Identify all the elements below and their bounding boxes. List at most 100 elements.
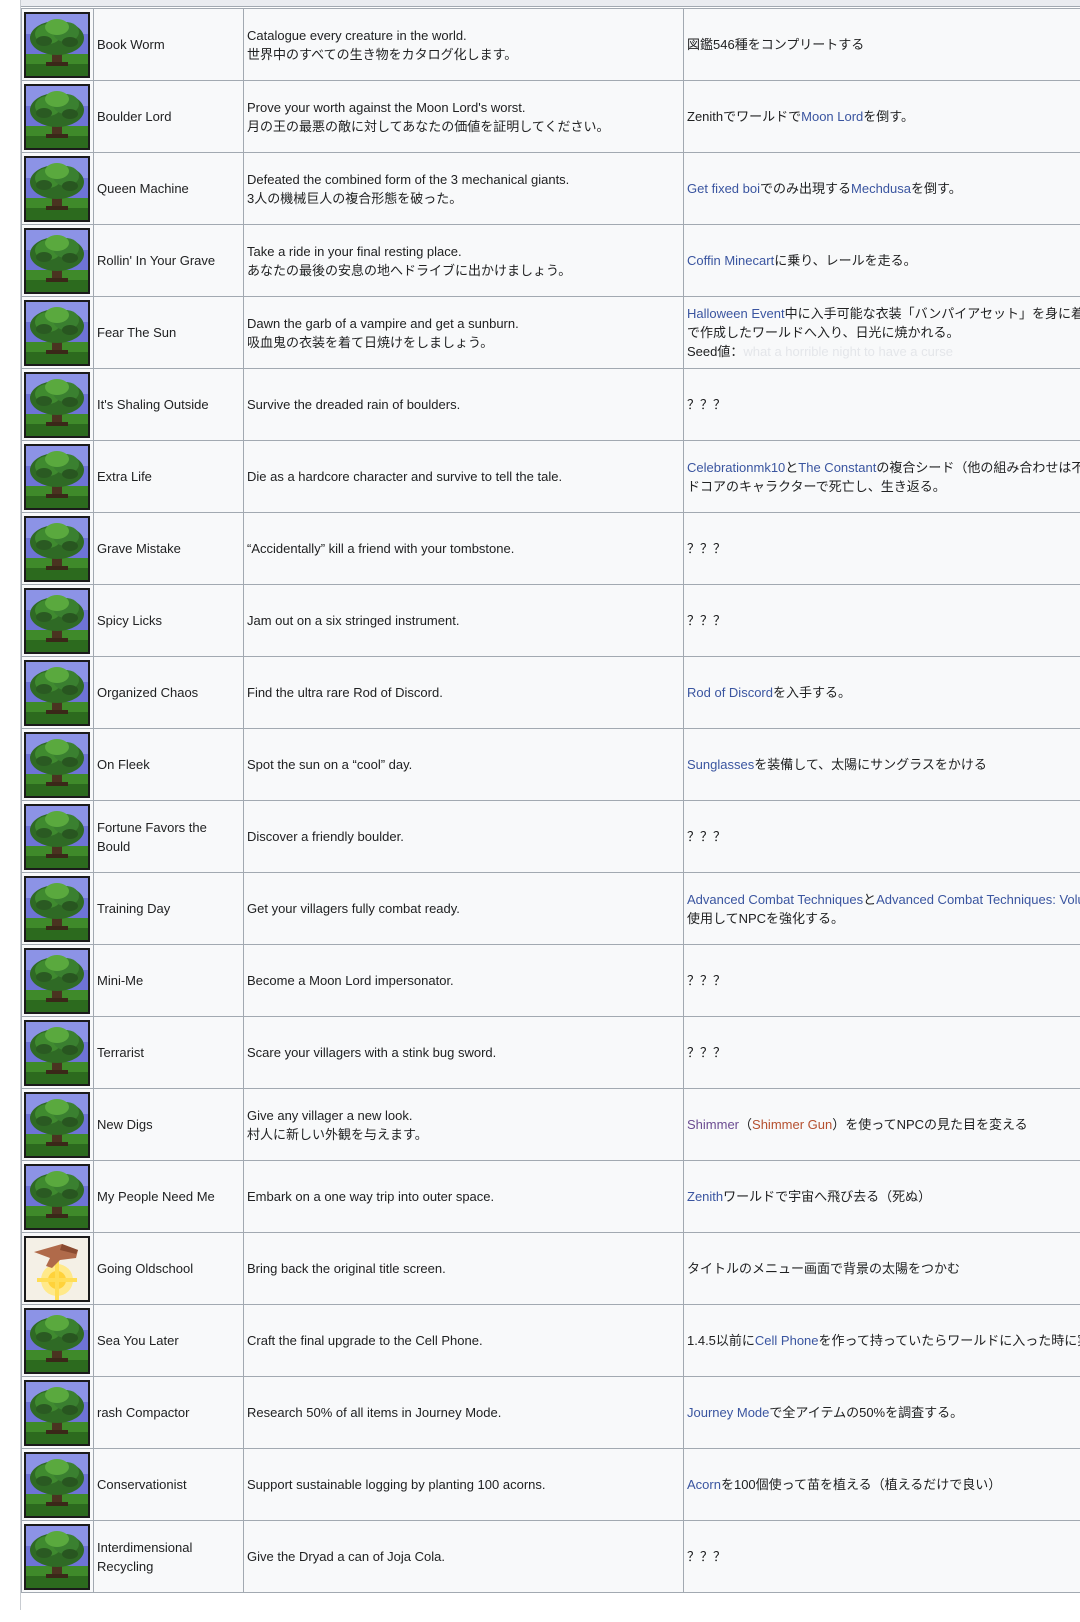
tree-icon[interactable] <box>24 299 90 366</box>
tree-icon[interactable] <box>24 1091 90 1158</box>
wiki-link[interactable]: The Constant <box>798 460 876 475</box>
achievement-icon-cell <box>21 1376 94 1449</box>
description-line: Dawn the garb of a vampire and get a sun… <box>247 315 519 331</box>
description-line: Find the ultra rare Rod of Discord. <box>247 685 443 700</box>
condition-text: の複合シード（他の組み合わせは不明 <box>876 459 1080 475</box>
achievement-icon-cell <box>21 1088 94 1161</box>
achievement-icon-cell <box>21 8 94 81</box>
wiki-link[interactable]: Shimmer Gun <box>752 1117 832 1132</box>
description-line: Spot the sun on a “cool” day. <box>247 757 413 772</box>
achievement-description: Spot the sun on a “cool” day. <box>243 728 684 801</box>
condition-line: ？？？ <box>687 971 1080 990</box>
achievement-name: Organized Chaos <box>93 656 244 729</box>
wiki-link[interactable]: Advanced Combat Techniques <box>687 892 863 907</box>
tree-icon[interactable] <box>24 947 90 1014</box>
condition-text: に乗り、レールを走る。 <box>774 253 917 268</box>
achievement-icon-cell <box>21 728 94 801</box>
achievement-description: Embark on a one way trip into outer spac… <box>243 1160 684 1233</box>
condition-text: ？？？ <box>687 973 727 988</box>
tree-icon[interactable] <box>24 875 90 942</box>
tree-icon[interactable] <box>24 587 90 654</box>
table-row: Mini-Me Become a Moon Lord impersonator. ？… <box>21 944 1080 1017</box>
achievement-icon-cell <box>21 1232 94 1305</box>
wiki-link[interactable]: Coffin Minecart <box>687 253 774 268</box>
tree-icon[interactable] <box>24 1379 90 1446</box>
wiki-link[interactable]: Moon Lord <box>801 109 863 124</box>
achievement-condition: Sunglassesを装備して、太陽にサングラスをかける <box>683 728 1080 801</box>
achievement-condition: ？？？ <box>683 584 1080 657</box>
tree-icon[interactable] <box>24 515 90 582</box>
condition-text: ワールドで宇宙へ飛び去る（死ぬ） <box>723 1189 932 1204</box>
wiki-link[interactable]: Rod of Discord <box>687 685 773 700</box>
tree-icon[interactable] <box>24 1163 90 1230</box>
achievement-icon-cell <box>21 512 94 585</box>
achievement-condition: ？？？ <box>683 800 1080 873</box>
achievement-name: Mini-Me <box>93 944 244 1017</box>
tree-icon[interactable] <box>24 1307 90 1374</box>
achievement-description: Jam out on a six stringed instrument. <box>243 584 684 657</box>
condition-line: ？？？ <box>687 1547 1080 1566</box>
tree-icon[interactable] <box>24 443 90 510</box>
achievement-description: Prove your worth against the Moon Lord's… <box>243 80 684 153</box>
achievement-name: Rollin' In Your Grave <box>93 224 244 297</box>
achievement-name: Sea You Later <box>93 1304 244 1377</box>
wiki-link[interactable]: Advanced Combat Techniques: Volum <box>876 892 1080 907</box>
description-line: Discover a friendly boulder. <box>247 829 404 844</box>
achievement-name: Extra Life <box>93 440 244 513</box>
achievement-condition: Rod of Discordを入手する。 <box>683 656 1080 729</box>
achievements-table: Book Worm Catalogue every creature in the… <box>21 8 1080 1593</box>
wiki-link[interactable]: Celebrationmk10 <box>687 460 785 475</box>
wiki-link[interactable]: Get fixed boi <box>687 181 760 196</box>
sun-hand-icon[interactable] <box>24 1235 90 1302</box>
tree-icon[interactable] <box>24 1019 90 1086</box>
tree-icon[interactable] <box>24 803 90 870</box>
achievement-icon-cell <box>21 152 94 225</box>
description-line: Catalogue every creature in the world. <box>247 27 467 43</box>
wiki-link[interactable]: Sunglasses <box>687 757 754 772</box>
description-line: Become a Moon Lord impersonator. <box>247 973 454 988</box>
tree-icon[interactable] <box>24 83 90 150</box>
achievement-description: Dawn the garb of a vampire and get a sun… <box>243 296 684 369</box>
tree-icon[interactable] <box>24 659 90 726</box>
wiki-link[interactable]: Cell Phone <box>755 1333 819 1348</box>
table-row: Grave Mistake “Accidentally” kill a frien… <box>21 512 1080 585</box>
achievement-description: Craft the final upgrade to the Cell Phon… <box>243 1304 684 1377</box>
achievement-condition: ？？？ <box>683 368 1080 441</box>
tree-icon[interactable] <box>24 227 90 294</box>
achievement-name: Fear The Sun <box>93 296 244 369</box>
achievement-description: Give the Dryad a can of Joja Cola. <box>243 1520 684 1593</box>
achievement-name: Boulder Lord <box>93 80 244 153</box>
wiki-link[interactable]: Mechdusa <box>851 181 911 196</box>
description-line: 月の王の最悪の敵に対してあなたの価値を証明してください。 <box>247 118 610 134</box>
achievement-description: Support sustainable logging by planting … <box>243 1448 684 1521</box>
wiki-link[interactable]: Zenith <box>687 1189 723 1204</box>
table-row: Interdimensional Recycling Give the Dryad… <box>21 1520 1080 1593</box>
condition-line: ？？？ <box>687 1043 1080 1062</box>
wiki-link[interactable]: Shimmer <box>687 1117 739 1132</box>
table-row: Conservationist Support sustainable loggi… <box>21 1448 1080 1521</box>
wiki-link[interactable]: Journey Mode <box>687 1405 769 1420</box>
tree-icon[interactable] <box>24 11 90 78</box>
tree-icon[interactable] <box>24 155 90 222</box>
achievement-name: On Fleek <box>93 728 244 801</box>
achievement-description: Find the ultra rare Rod of Discord. <box>243 656 684 729</box>
wiki-link[interactable]: Halloween Event <box>687 306 785 321</box>
description-line: Scare your villagers with a stink bug sw… <box>247 1045 497 1060</box>
tree-icon[interactable] <box>24 371 90 438</box>
condition-text: ？？？ <box>687 397 727 412</box>
table-row: rash Compactor Research 50% of all items … <box>21 1376 1080 1449</box>
tree-icon[interactable] <box>24 1451 90 1518</box>
description-line: Take a ride in your final resting place. <box>247 243 462 259</box>
table-row: Organized Chaos Find the ultra rare Rod o… <box>21 656 1080 729</box>
wiki-link[interactable]: Acorn <box>687 1477 721 1492</box>
table-row: Rollin' In Your Grave Take a ride in your… <box>21 224 1080 297</box>
achievement-name: Interdimensional Recycling <box>93 1520 244 1593</box>
achievement-condition: 図鑑546種をコンプリートする <box>683 8 1080 81</box>
achievement-icon-cell <box>21 1304 94 1377</box>
tree-icon[interactable] <box>24 1523 90 1590</box>
achievement-condition: ZenithでワールドでMoon Lordを倒す。 <box>683 80 1080 153</box>
condition-line: Seed値：what a horrible night to have a cu… <box>687 342 1080 361</box>
tree-icon[interactable] <box>24 731 90 798</box>
achievement-condition: Acornを100個使って苗を植える（植えるだけで良い） <box>683 1448 1080 1521</box>
achievement-condition: Halloween Event中に入手可能な衣装「バンパイアセット」を身に着けで… <box>683 296 1080 369</box>
